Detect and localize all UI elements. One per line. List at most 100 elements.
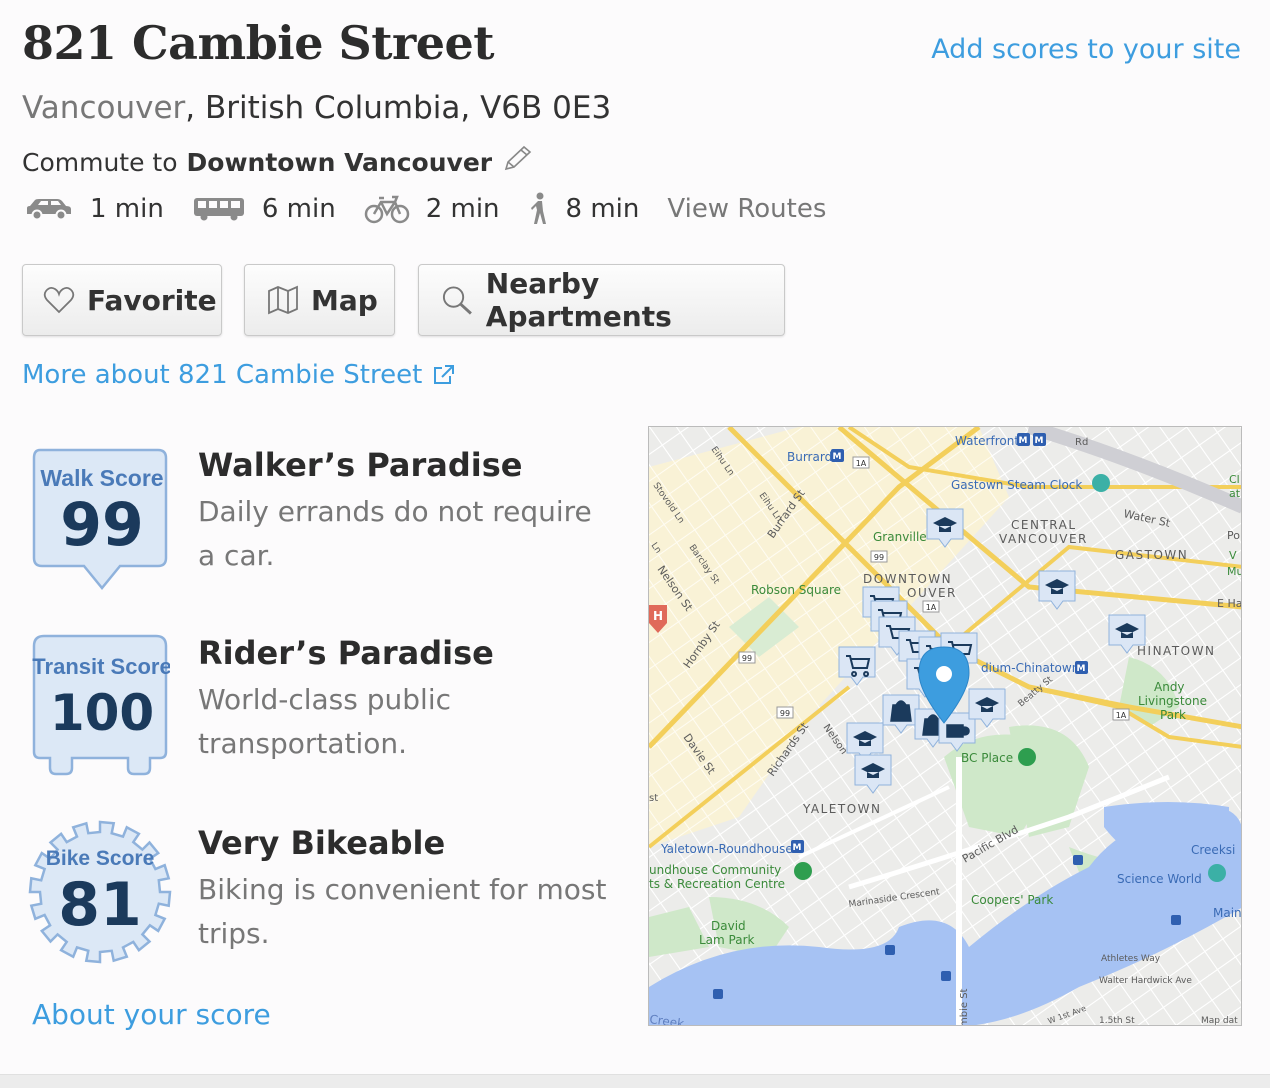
map-label-ouver: OUVER	[907, 586, 957, 600]
map-label-yaletown: YALETOWN	[802, 802, 882, 816]
more-about-label: More about 821 Cambie Street	[22, 360, 423, 390]
bike-score-label: Bike Score	[46, 847, 155, 870]
map-label-gastown-clock: Gastown Steam Clock	[951, 478, 1082, 492]
view-routes-link[interactable]: View Routes	[667, 194, 826, 224]
favorite-label: Favorite	[87, 283, 217, 317]
commute-line: Commute to Downtown Vancouver	[22, 145, 534, 179]
map-label-po: Po	[1227, 529, 1240, 542]
search-icon	[442, 286, 472, 315]
transit-score-badge: Transit Score 100	[32, 634, 170, 776]
map-label-rd: Rd	[1075, 437, 1088, 448]
bus-time: 6 min	[261, 194, 336, 224]
transit-score-title: Rider’s Paradise	[198, 634, 494, 672]
svg-text:H: H	[653, 609, 663, 623]
map-label-mus: Mus	[1227, 565, 1242, 578]
map-label-yaletown-rh: Yaletown-Roundhouse	[660, 842, 793, 856]
svg-text:M: M	[1077, 664, 1086, 674]
map-label-cambie: mbie St	[959, 988, 970, 1026]
map-label-st: st	[649, 793, 658, 804]
region-postal: , British Columbia, V6B 0E3	[185, 90, 612, 126]
map-label-15th: 1.5th St	[1099, 1016, 1135, 1026]
heart-icon	[43, 286, 75, 314]
transit-score-value: 100	[50, 684, 154, 742]
map-label-andy-3: Park	[1160, 708, 1186, 722]
map-label-central: CENTRAL	[1011, 518, 1077, 532]
walk-score-value: 99	[60, 490, 144, 560]
address-line: Vancouver, British Columbia, V6B 0E3	[22, 90, 611, 126]
city-name: Vancouver	[22, 90, 186, 126]
map-label-burrard: Burrard	[787, 450, 832, 464]
page-footer-strip	[0, 1074, 1270, 1088]
map-label-downtown: DOWNTOWN	[863, 572, 952, 586]
car-icon	[27, 199, 71, 221]
route-shield-1a-c: 1A	[1116, 711, 1127, 720]
walk-time: 8 min	[565, 194, 640, 224]
add-scores-link[interactable]: Add scores to your site	[931, 34, 1241, 65]
walk-icon	[530, 192, 546, 224]
map-label-cl: Cl	[1229, 473, 1240, 486]
bike-score-title: Very Bikeable	[198, 824, 446, 862]
map-label-andy-1: Andy	[1154, 680, 1185, 694]
walk-score-badge: Walk Score 99	[32, 448, 168, 590]
map-label-mapdata: Map dat	[1201, 1016, 1238, 1026]
nearby-label: Nearby Apartments	[485, 267, 672, 333]
map-label-creeksi: Creeksi	[1191, 843, 1235, 857]
svg-text:M: M	[833, 452, 842, 462]
route-shield-99-a: 99	[874, 553, 884, 562]
more-about-link[interactable]: More about 821 Cambie Street	[22, 360, 456, 390]
commute-destination[interactable]: Downtown Vancouver	[187, 148, 493, 177]
walk-score-title: Walker’s Paradise	[198, 446, 523, 484]
transit-score-desc: World-class public transportation.	[198, 683, 451, 760]
map-label-gastown: GASTOWN	[1115, 548, 1188, 562]
bike-score-value: 81	[58, 870, 142, 940]
map-label-chinatown: HINATOWN	[1137, 644, 1215, 658]
map-label-v: V	[1229, 549, 1237, 562]
page-title: 821 Cambie Street	[22, 16, 495, 70]
map-label-walter: Walter Hardwick Ave	[1099, 976, 1192, 986]
car-time: 1 min	[90, 194, 164, 224]
map-label-vancouver: VANCOUVER	[999, 532, 1088, 546]
favorite-button[interactable]: Favorite	[22, 264, 222, 336]
map-label-roundhouse-1: undhouse Community	[649, 863, 781, 877]
map-label-waterfront: Waterfront	[955, 434, 1019, 448]
map-label-at: at	[1229, 487, 1241, 500]
map-label-athletes: Athletes Way	[1101, 954, 1161, 964]
pencil-icon[interactable]	[502, 145, 534, 179]
commute-bike: 2 min	[364, 194, 500, 224]
external-link-icon	[434, 365, 455, 384]
walk-score-desc: Daily errands do not require a car.	[198, 495, 592, 572]
map-label-granville: Granville	[873, 530, 927, 544]
map-label: Map	[311, 283, 378, 317]
map-label-andy-2: Livingstone	[1138, 694, 1207, 708]
map-label-bc-place: BC Place	[961, 751, 1013, 765]
bike-time: 2 min	[425, 194, 500, 224]
map-label-david-1: David	[711, 919, 746, 933]
bike-score-desc: Biking is convenient for most trips.	[198, 873, 607, 950]
bus-icon	[193, 198, 244, 221]
bike-icon	[364, 195, 409, 224]
route-shield-99-c: 99	[780, 709, 790, 718]
commute-prefix: Commute to	[22, 147, 178, 177]
map-label-coopers: Coopers' Park	[971, 893, 1053, 907]
nearby-apartments-button[interactable]: Nearby Apartments	[418, 264, 785, 336]
map-label-roundhouse-2: ts & Recreation Centre	[649, 877, 785, 891]
walk-score-label: Walk Score	[40, 465, 163, 491]
map-label-science-world: Science World	[1117, 872, 1202, 886]
map-label-stadium: dium-Chinatown	[981, 661, 1079, 675]
commute-car: 1 min	[24, 194, 164, 224]
map-label-e-ha: E Ha	[1217, 597, 1242, 610]
svg-text:M: M	[1035, 436, 1044, 446]
svg-text:M: M	[1019, 436, 1028, 446]
neighborhood-map[interactable]: Waterfront Rd Burrard Gastown Steam Cloc…	[648, 426, 1242, 1026]
map-label-david-2: Lam Park	[699, 933, 755, 947]
map-label-main-s: Main S	[1213, 906, 1242, 920]
route-shield-99-b: 99	[742, 654, 752, 663]
map-label-robson-square: Robson Square	[751, 583, 841, 597]
commute-bus: 6 min	[192, 194, 336, 224]
map-button[interactable]: Map	[244, 264, 395, 336]
route-shield-1a-b: 1A	[926, 603, 937, 612]
about-score-link[interactable]: About your score	[32, 998, 271, 1031]
commute-modes: 1 min 6 min 2 min 8 min View Routes	[24, 192, 826, 226]
transit-score-label: Transit Score	[32, 654, 170, 679]
map-icon	[268, 285, 298, 315]
